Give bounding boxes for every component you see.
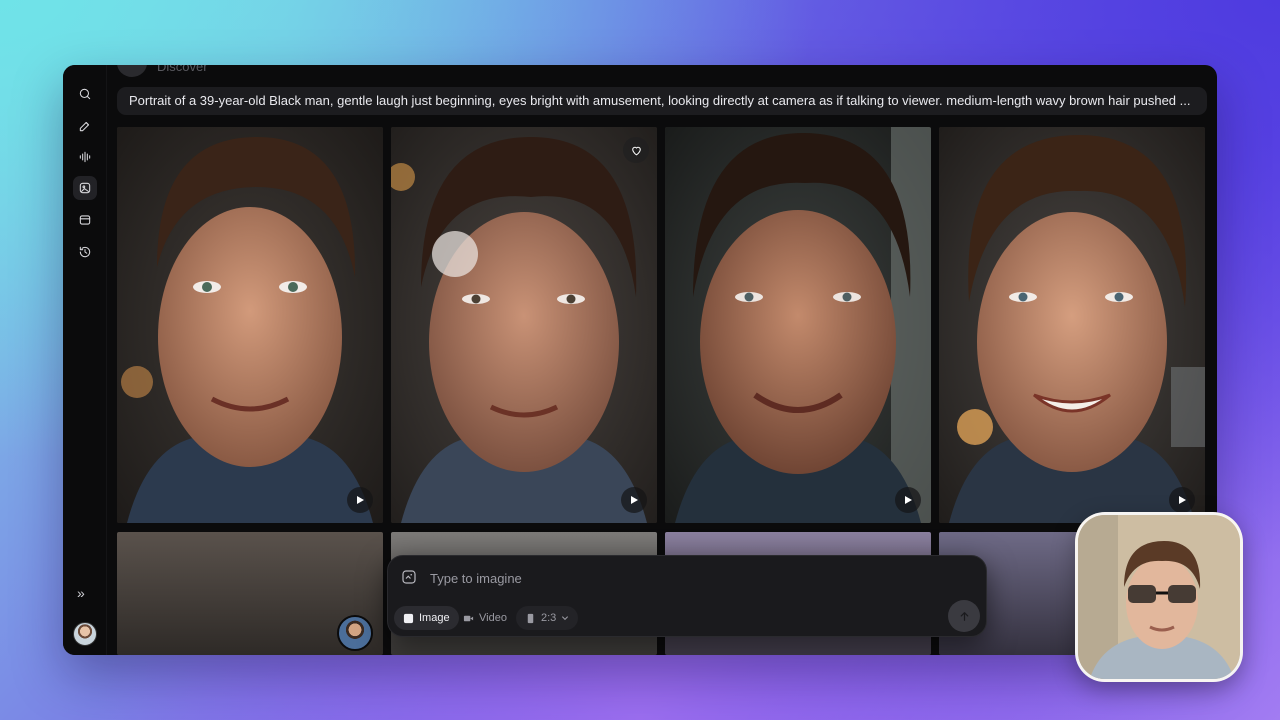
user-avatar[interactable] — [73, 622, 97, 646]
image-tile[interactable] — [939, 127, 1205, 523]
play-video-button[interactable] — [895, 487, 921, 513]
prompt-composer: Image Video 2:3 — [387, 555, 987, 637]
play-video-button[interactable] — [621, 487, 647, 513]
search-icon[interactable] — [73, 82, 97, 106]
mode-image-label: Image — [419, 612, 450, 624]
submit-button[interactable] — [948, 600, 980, 632]
generated-portrait — [117, 127, 383, 523]
edit-icon[interactable] — [73, 114, 97, 138]
prompt-text[interactable]: Portrait of a 39-year-old Black man, gen… — [117, 87, 1207, 115]
aspect-ratio-value: 2:3 — [541, 612, 557, 624]
favorite-button[interactable] — [623, 137, 649, 163]
video-icon — [463, 615, 474, 621]
creator-avatar[interactable] — [337, 615, 373, 651]
history-icon[interactable] — [73, 240, 97, 264]
chevron-down-icon — [562, 616, 569, 621]
generated-portrait — [939, 127, 1205, 523]
folder-icon[interactable] — [73, 208, 97, 232]
prompt-input[interactable] — [430, 566, 930, 590]
webcam-overlay — [1075, 512, 1243, 682]
generated-portrait — [665, 127, 931, 523]
aspect-ratio-icon — [527, 613, 534, 623]
image-reference-icon[interactable] — [400, 568, 418, 586]
app-window: » Discover Portrait of a 39-year-old Bla… — [63, 65, 1217, 655]
play-video-button[interactable] — [1169, 487, 1195, 513]
images-icon[interactable] — [73, 176, 97, 200]
header-avatar — [117, 65, 147, 77]
page-title: Discover — [157, 65, 208, 74]
mode-image-button[interactable]: Image — [394, 606, 459, 630]
audio-waveform-icon[interactable] — [73, 145, 97, 169]
image-tile[interactable] — [391, 127, 657, 523]
mode-video-button[interactable]: Video — [454, 606, 516, 630]
arrow-up-icon — [960, 611, 968, 621]
generated-portrait — [391, 127, 657, 523]
mode-video-label: Video — [479, 612, 507, 624]
image-tile[interactable] — [665, 127, 931, 523]
aspect-ratio-select[interactable]: 2:3 — [516, 606, 579, 630]
cursor-indicator — [432, 231, 478, 277]
image-tile[interactable] — [117, 127, 383, 523]
image-tile[interactable] — [117, 532, 383, 655]
presenter-video — [1078, 515, 1240, 679]
play-video-button[interactable] — [347, 487, 373, 513]
expand-sidebar-icon[interactable]: » — [77, 585, 85, 601]
sidebar: » — [63, 65, 107, 655]
image-icon — [403, 613, 414, 623]
